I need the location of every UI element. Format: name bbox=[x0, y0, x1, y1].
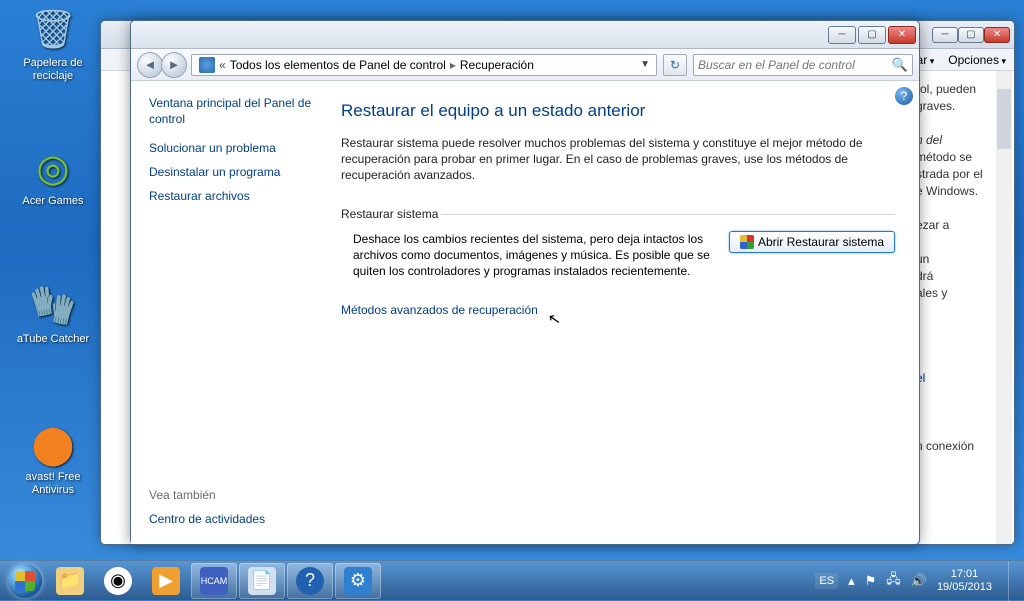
see-also-label: Vea también bbox=[149, 488, 216, 502]
taskbar: 📁 ◉ ▶ HCAM 📄 ? ⚙ ES ▴ ⚑ 🖧 🔊 17:01 19/05/… bbox=[0, 560, 1024, 600]
main-panel: ? Restaurar el equipo a un estado anteri… bbox=[331, 81, 919, 544]
refresh-button[interactable]: ↻ bbox=[663, 54, 687, 76]
clock[interactable]: 17:01 19/05/2013 bbox=[937, 568, 992, 594]
desktop-icon-atube[interactable]: 🧤 aTube Catcher bbox=[14, 282, 92, 346]
intro-text: Restaurar sistema puede resolver muchos … bbox=[341, 135, 895, 183]
taskbar-explorer[interactable]: 📁 bbox=[47, 563, 93, 599]
restore-description: Deshace los cambios recientes del sistem… bbox=[353, 231, 713, 279]
chevron-right-icon: ▸ bbox=[450, 58, 456, 72]
advanced-recovery-link[interactable]: Métodos avanzados de recuperación bbox=[341, 303, 538, 317]
activity-center-link[interactable]: Centro de actividades bbox=[149, 512, 265, 526]
search-input[interactable] bbox=[698, 58, 892, 72]
forward-button[interactable]: ► bbox=[161, 52, 187, 78]
titlebar[interactable]: ─ ▢ ✕ bbox=[131, 21, 919, 49]
maximize-button[interactable]: ▢ bbox=[858, 26, 886, 44]
bg-close-button[interactable]: ✕ bbox=[984, 27, 1010, 43]
tray-network-icon[interactable]: 🖧 bbox=[886, 570, 901, 592]
bg-maximize-button[interactable]: ▢ bbox=[958, 27, 984, 43]
acer-icon: ◎ bbox=[29, 144, 77, 192]
desktop-icon-acer[interactable]: ◎ Acer Games bbox=[14, 144, 92, 208]
tray-flag-icon[interactable]: ⚑ bbox=[865, 573, 877, 589]
search-box[interactable]: 🔍 bbox=[693, 54, 913, 76]
bg-minimize-button[interactable]: ─ bbox=[932, 27, 958, 43]
help-icon[interactable]: ? bbox=[895, 87, 913, 105]
sidebar-link-restore-files[interactable]: Restaurar archivos bbox=[149, 189, 321, 203]
tray-chevron-icon[interactable]: ▴ bbox=[848, 573, 855, 589]
language-indicator[interactable]: ES bbox=[815, 573, 838, 589]
bg-text-fragment: rol, puedengraves. n del método sestrada… bbox=[916, 81, 996, 455]
sidebar: Ventana principal del Panel de control S… bbox=[131, 81, 331, 544]
system-tray: ES ▴ ⚑ 🖧 🔊 17:01 19/05/2013 bbox=[815, 561, 1020, 601]
control-panel-icon bbox=[199, 57, 215, 73]
tray-volume-icon[interactable]: 🔊 bbox=[911, 573, 927, 589]
shield-icon bbox=[740, 235, 754, 249]
taskbar-control-panel[interactable]: ⚙ bbox=[335, 563, 381, 599]
close-button[interactable]: ✕ bbox=[888, 26, 916, 44]
avast-icon: ⬤ bbox=[29, 420, 77, 468]
back-button[interactable]: ◄ bbox=[137, 52, 163, 78]
address-dropdown-icon[interactable]: ▼ bbox=[637, 59, 653, 70]
breadcrumb-current[interactable]: Recuperación bbox=[460, 58, 534, 72]
taskbar-notepad[interactable]: 📄 bbox=[239, 563, 285, 599]
open-system-restore-button[interactable]: Abrir Restaurar sistema bbox=[729, 231, 895, 253]
atube-icon: 🧤 bbox=[29, 282, 77, 330]
show-desktop-button[interactable] bbox=[1008, 561, 1018, 601]
nav-toolbar: ◄ ► « Todos los elementos de Panel de co… bbox=[131, 49, 919, 81]
breadcrumb-root[interactable]: Todos los elementos de Panel de control bbox=[230, 58, 446, 72]
start-button[interactable] bbox=[4, 561, 46, 601]
bg-scrollbar[interactable] bbox=[996, 71, 1012, 544]
page-title: Restaurar el equipo a un estado anterior bbox=[341, 101, 895, 121]
address-bar[interactable]: « Todos los elementos de Panel de contro… bbox=[191, 54, 657, 76]
section-label: Restaurar sistema bbox=[341, 207, 895, 221]
taskbar-help[interactable]: ? bbox=[287, 563, 333, 599]
sidebar-link-uninstall[interactable]: Desinstalar un programa bbox=[149, 165, 321, 179]
desktop-icon-avast[interactable]: ⬤ avast! Free Antivirus bbox=[14, 420, 92, 497]
taskbar-media[interactable]: ▶ bbox=[143, 563, 189, 599]
sidebar-link-troubleshoot[interactable]: Solucionar un problema bbox=[149, 141, 321, 155]
bg-menu-options[interactable]: Opciones bbox=[948, 53, 1006, 67]
desktop-icon-recycle[interactable]: 🗑 Papelera de reciclaje bbox=[14, 6, 92, 83]
sidebar-main-link[interactable]: Ventana principal del Panel de control bbox=[149, 95, 321, 127]
taskbar-hypercam[interactable]: HCAM bbox=[191, 563, 237, 599]
recycle-bin-icon: 🗑 bbox=[29, 6, 77, 54]
search-icon[interactable]: 🔍 bbox=[892, 57, 908, 73]
taskbar-chrome[interactable]: ◉ bbox=[95, 563, 141, 599]
recovery-window: ─ ▢ ✕ ◄ ► « Todos los elementos de Panel… bbox=[130, 20, 920, 545]
minimize-button[interactable]: ─ bbox=[828, 26, 856, 44]
